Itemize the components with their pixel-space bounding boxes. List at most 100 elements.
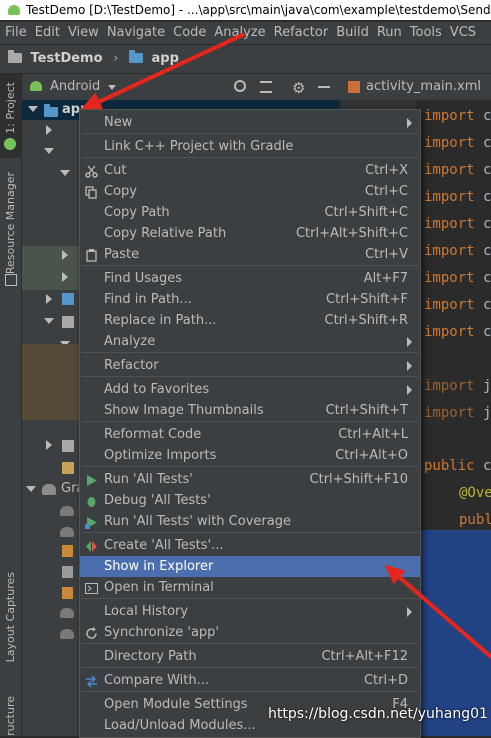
menu-item-shortcut: Ctrl+D	[363, 673, 408, 688]
menu-separator	[81, 667, 419, 668]
menu-item-local-history[interactable]: Local History	[80, 601, 420, 622]
menu-item-find-in-path[interactable]: Find in Path... Ctrl+Shift+F	[80, 289, 420, 310]
menu-run[interactable]: Run	[372, 25, 405, 40]
tab-project[interactable]: 1: Project	[4, 82, 17, 134]
menu-item-copy[interactable]: Copy Ctrl+C	[80, 181, 420, 202]
collapse-all-icon[interactable]	[260, 81, 272, 93]
project-panel-header: Android ⚙	[22, 74, 340, 101]
menu-item-cut[interactable]: Cut Ctrl+X	[80, 160, 420, 181]
menu-separator	[81, 691, 419, 692]
tab-activity-main[interactable]: activity_main.xml	[366, 79, 481, 94]
menu-item-run-all-tests-with-coverage[interactable]: Run 'All Tests' with Coverage	[80, 511, 420, 532]
menu-separator	[81, 421, 419, 422]
tab-structure[interactable]: ructure	[4, 696, 17, 736]
menu-item-optimize-imports[interactable]: Optimize Imports Ctrl+Alt+O	[80, 445, 420, 466]
menu-item-label: Create 'All Tests'...	[104, 538, 224, 553]
folder-icon	[62, 440, 74, 452]
code-line: import c	[424, 243, 491, 259]
menu-item-compare-with[interactable]: Compare With... Ctrl+D	[80, 670, 420, 691]
menu-item-copy-path[interactable]: Copy Path Ctrl+Shift+C	[80, 202, 420, 223]
gradle-icon	[60, 608, 74, 618]
gear-icon[interactable]: ⚙	[292, 79, 305, 97]
menu-item-new[interactable]: New	[80, 112, 420, 133]
watermark: https://blog.csdn.net/yuhang01	[268, 706, 488, 722]
menu-item-label: Compare With...	[104, 673, 210, 688]
expand-arrow-icon[interactable]	[46, 294, 52, 304]
code-keyword: import	[424, 243, 475, 259]
menu-navigate[interactable]: Navigate	[102, 25, 168, 40]
expand-arrow-icon[interactable]	[44, 148, 54, 154]
menu-item-shortcut: Ctrl+Shift+F10	[309, 472, 408, 487]
menu-item-find-usages[interactable]: Find Usages Alt+F7	[80, 268, 420, 289]
menu-item-label: Optimize Imports	[104, 448, 217, 463]
menu-item-label: Replace in Path...	[104, 313, 217, 328]
locate-icon[interactable]	[234, 80, 246, 92]
expand-arrow-icon[interactable]	[46, 440, 52, 450]
code-text: c	[474, 324, 491, 340]
menu-file[interactable]: File	[0, 25, 30, 40]
expand-arrow-icon[interactable]	[26, 486, 36, 492]
expand-arrow-icon[interactable]	[60, 170, 70, 176]
menu-item-debug-all-tests[interactable]: Debug 'All Tests'	[80, 490, 420, 511]
file-icon	[62, 462, 74, 474]
code-line: import c	[424, 324, 491, 340]
paste-icon	[85, 248, 98, 262]
view-mode-select[interactable]: Android	[50, 79, 100, 94]
menu-item-link-c-project-with-gradle[interactable]: Link C++ Project with Gradle	[80, 136, 420, 157]
menu-item-run-all-tests[interactable]: Run 'All Tests' Ctrl+Shift+F10	[80, 469, 420, 490]
breadcrumb-project[interactable]: TestDemo	[31, 51, 103, 66]
scissors-icon	[85, 164, 98, 178]
expand-arrow-icon[interactable]	[62, 250, 68, 260]
menu-item-paste[interactable]: Paste Ctrl+V	[80, 244, 420, 265]
menu-tools[interactable]: Tools	[405, 25, 445, 40]
menu-item-show-in-explorer[interactable]: Show in Explorer	[80, 556, 420, 577]
menu-item-create-all-tests[interactable]: Create 'All Tests'...	[80, 535, 420, 556]
menu-code[interactable]: Code	[168, 25, 209, 40]
code-keyword: import	[424, 270, 475, 286]
tab-resource-manager[interactable]: Resource Manager	[4, 172, 17, 274]
code-text: c	[474, 162, 491, 178]
copy-icon	[85, 185, 98, 199]
menu-item-synchronize-app[interactable]: Synchronize 'app'	[80, 622, 420, 643]
menu-separator	[81, 532, 419, 533]
menu-item-analyze[interactable]: Analyze	[80, 331, 420, 352]
menu-item-copy-relative-path[interactable]: Copy Relative Path Ctrl+Alt+Shift+C	[80, 223, 420, 244]
menu-vcs[interactable]: VCS	[445, 25, 479, 40]
gradle-icon	[60, 629, 74, 639]
terminal-icon	[85, 581, 98, 594]
code-line: public c	[424, 458, 491, 474]
minimize-icon[interactable]	[318, 86, 330, 88]
menu-item-label: Run 'All Tests' with Coverage	[104, 514, 291, 529]
view-mode-dropdown-icon[interactable]	[108, 85, 116, 90]
expand-arrow-icon[interactable]	[28, 106, 38, 112]
menu-item-directory-path[interactable]: Directory Path Ctrl+Alt+F12	[80, 646, 420, 667]
breadcrumb: TestDemo › app	[0, 44, 491, 74]
menu-item-replace-in-path[interactable]: Replace in Path... Ctrl+Shift+R	[80, 310, 420, 331]
menu-view[interactable]: View	[63, 25, 102, 40]
menu-item-show-image-thumbnails[interactable]: Show Image Thumbnails Ctrl+Shift+T	[80, 400, 420, 421]
menu-item-shortcut: Ctrl+V	[365, 247, 408, 262]
android-studio-icon	[8, 5, 20, 15]
code-line: @Ove	[459, 485, 491, 501]
expand-arrow-icon[interactable]	[62, 272, 68, 282]
menu-separator	[81, 133, 419, 134]
code-text: c	[474, 270, 491, 286]
menu-item-open-in-terminal[interactable]: Open in Terminal	[80, 577, 420, 598]
menu-item-add-to-favorites[interactable]: Add to Favorites	[80, 379, 420, 400]
expand-arrow-icon[interactable]	[44, 318, 54, 324]
menu-build[interactable]: Build	[331, 25, 372, 40]
code-text: c	[474, 458, 491, 474]
code-keyword: publ	[459, 512, 491, 528]
menu-refactor[interactable]: Refactor	[269, 25, 332, 40]
menu-edit[interactable]: Edit	[30, 25, 63, 40]
menu-item-shortcut: Ctrl+Shift+T	[325, 403, 408, 418]
sync-icon	[85, 626, 98, 639]
module-folder-icon	[44, 104, 58, 117]
menu-item-refactor[interactable]: Refactor	[80, 355, 420, 376]
menu-item-reformat-code[interactable]: Reformat Code Ctrl+Alt+L	[80, 424, 420, 445]
tab-layout-captures[interactable]: Layout Captures	[4, 572, 17, 662]
compare-icon	[85, 674, 98, 688]
menu-item-label: Open Module Settings	[104, 697, 248, 712]
expand-arrow-icon[interactable]	[46, 125, 52, 135]
android-icon	[4, 138, 16, 150]
